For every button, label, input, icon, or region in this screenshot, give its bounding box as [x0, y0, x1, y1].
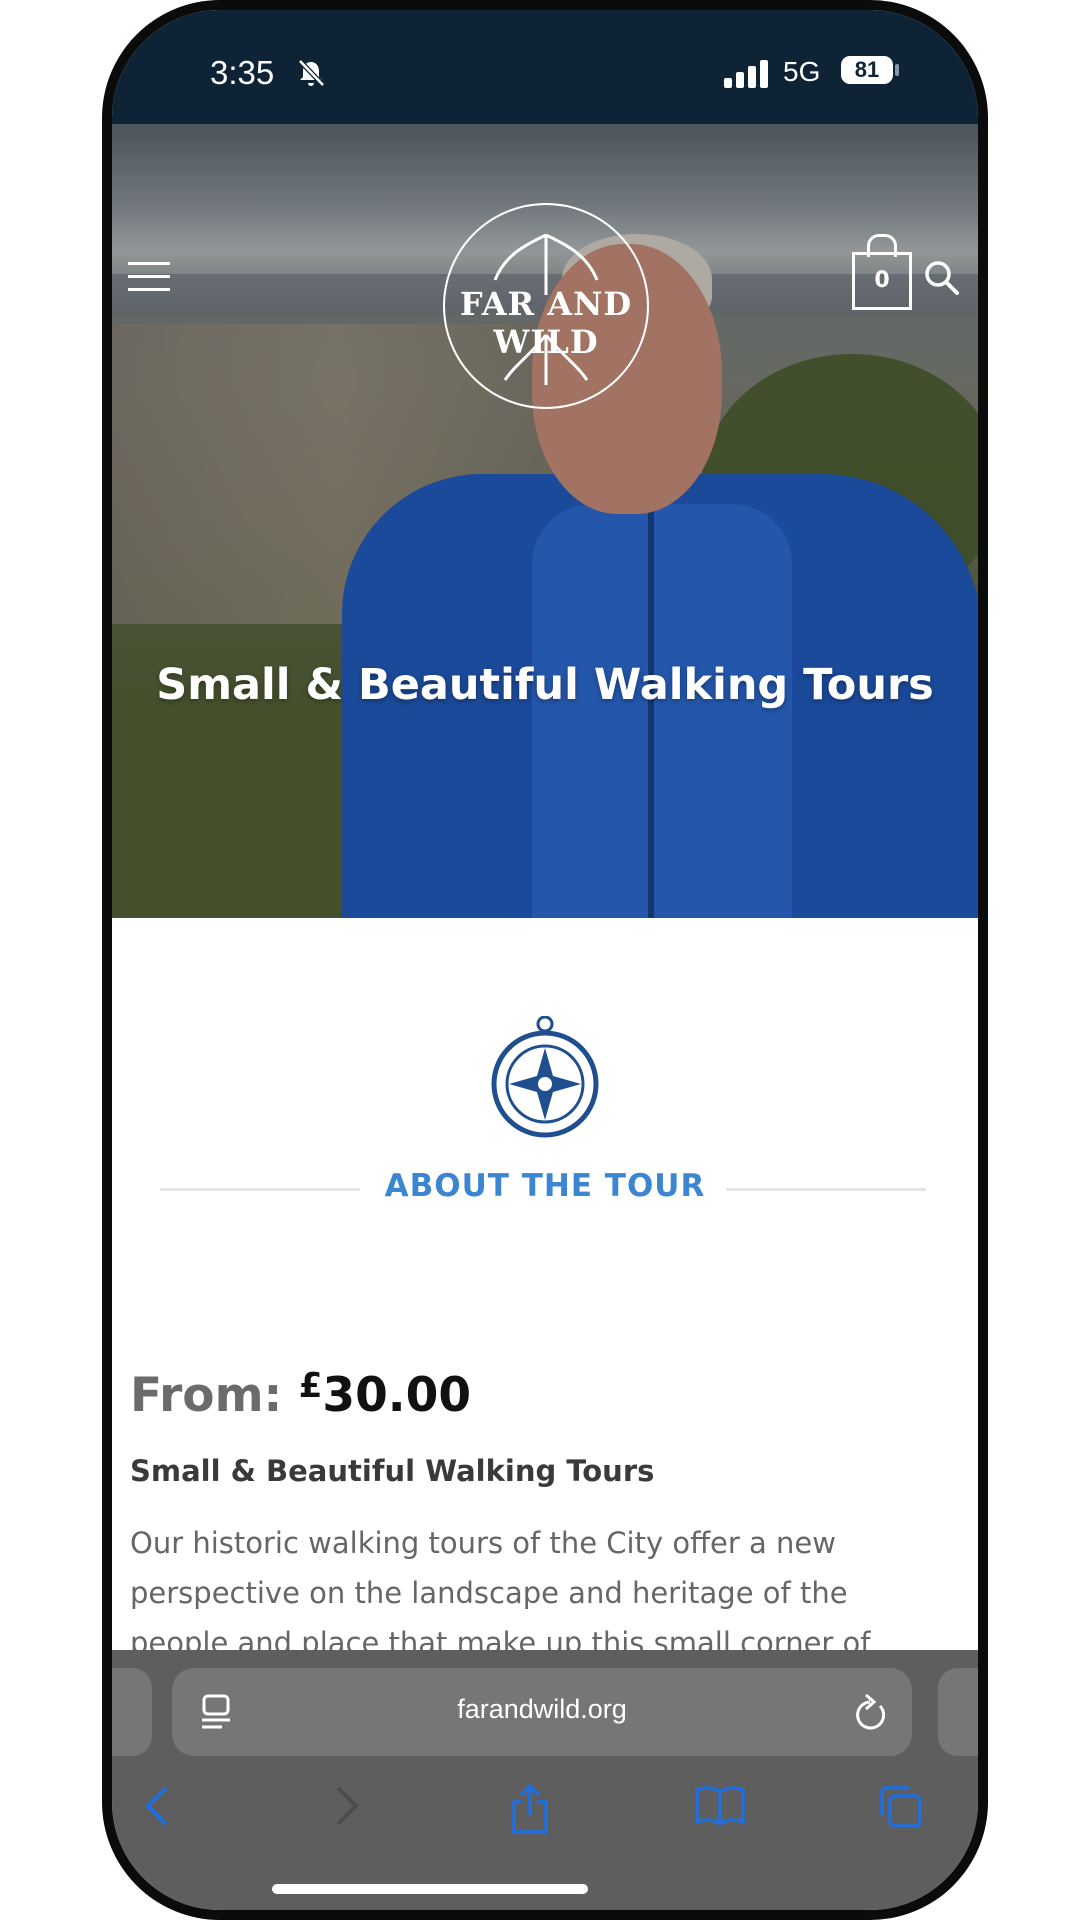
share-icon[interactable] [510, 1783, 550, 1838]
hero-title: Small & Beautiful Walking Tours [156, 660, 934, 710]
tour-description: Our historic walking tours of the City o… [130, 1526, 871, 1660]
hero-banner: FAR AND WILD 0 Small & Beautiful Walking… [112, 124, 978, 918]
battery-tip [895, 64, 899, 76]
network-type: 5G [783, 56, 821, 87]
compass-icon [489, 1015, 601, 1146]
price: From: £30.00 [130, 1366, 471, 1423]
tabs-icon[interactable] [878, 1784, 924, 1834]
hamburger-menu-icon[interactable] [128, 262, 170, 292]
about-title: ABOUT THE TOUR [384, 1168, 706, 1204]
home-indicator[interactable] [272, 1884, 588, 1894]
bookmarks-icon[interactable] [694, 1784, 746, 1830]
status-time: 3:35 [210, 54, 275, 91]
about-section-header: ABOUT THE TOUR [112, 1160, 978, 1220]
safari-browser-bar: farandwild.org [112, 1650, 978, 1910]
battery-icon: 81 [841, 56, 893, 84]
signal-icon [724, 60, 770, 92]
screen: 3:35 5G 81 FAR AND WILD 0 Small & Beauti… [112, 10, 978, 1910]
next-tab-preview[interactable] [938, 1668, 978, 1756]
back-arrow-icon[interactable] [142, 1784, 172, 1832]
price-value: 30.00 [322, 1368, 472, 1423]
browser-toolbar [112, 1770, 978, 1850]
search-icon[interactable] [924, 260, 960, 300]
silent-bell-icon [296, 58, 326, 92]
address-bar[interactable]: farandwild.org [172, 1668, 912, 1756]
previous-tab-preview[interactable] [112, 1668, 152, 1756]
price-currency: £ [298, 1366, 323, 1406]
status-bar: 3:35 5G 81 [112, 10, 978, 124]
logo-text: FAR AND WILD [459, 285, 633, 361]
price-label: From: [130, 1368, 283, 1423]
url-text: farandwild.org [457, 1694, 627, 1724]
far-and-wild-logo[interactable]: FAR AND WILD [443, 203, 649, 409]
cart-button[interactable]: 0 [852, 252, 912, 310]
divider-line-right [726, 1188, 926, 1191]
phone-frame: 3:35 5G 81 FAR AND WILD 0 Small & Beauti… [102, 0, 988, 1920]
tour-name: Small & Beautiful Walking Tours [130, 1454, 655, 1488]
forward-arrow-icon[interactable] [332, 1784, 362, 1832]
reload-icon[interactable] [852, 1692, 888, 1736]
